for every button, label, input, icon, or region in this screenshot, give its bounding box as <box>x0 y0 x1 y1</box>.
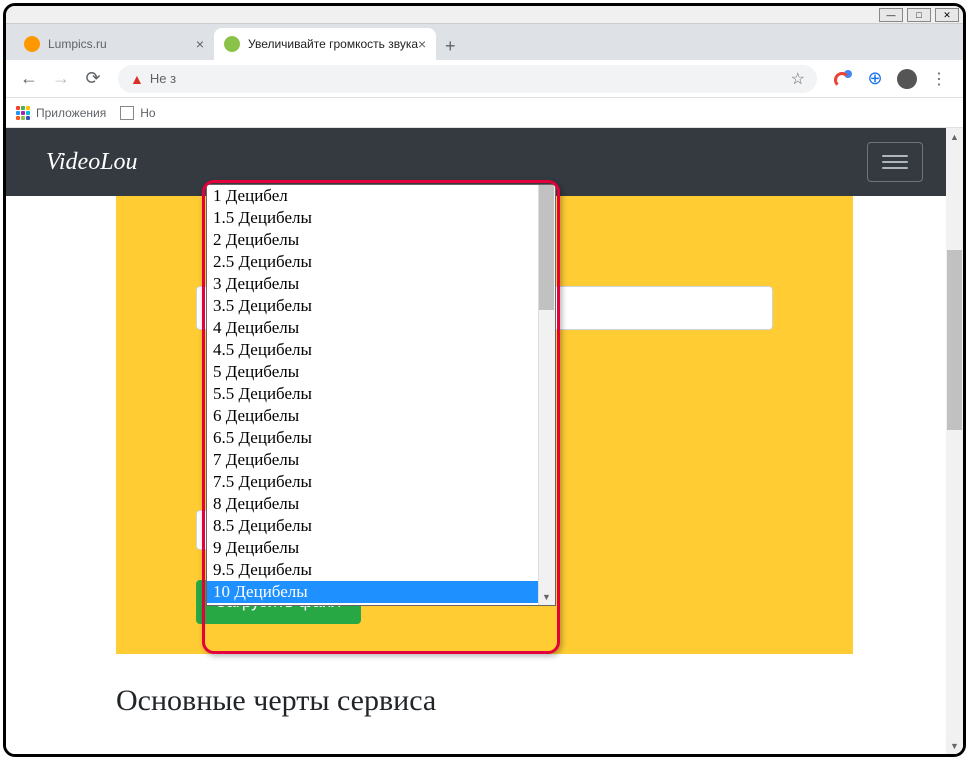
section-heading: Основные черты сервиса <box>116 684 853 718</box>
page-content: VideoLou 10 Децибелы ▲▼ Загрузить файл О… <box>6 128 963 754</box>
dropdown-option[interactable]: 4 Децибелы <box>207 317 555 339</box>
dropdown-option[interactable]: 3.5 Децибелы <box>207 295 555 317</box>
dropdown-scroll-thumb[interactable] <box>539 185 554 310</box>
dropdown-option[interactable]: 7 Децибелы <box>207 449 555 471</box>
window-maximize-button[interactable]: □ <box>907 8 931 22</box>
tab-favicon-icon <box>224 36 240 52</box>
dropdown-scroll-down-icon[interactable]: ▼ <box>538 588 555 605</box>
dropdown-option[interactable]: 3 Децибелы <box>207 273 555 295</box>
bookmark-star-icon[interactable]: ☆ <box>791 69 805 89</box>
dropdown-option[interactable]: 5 Децибелы <box>207 361 555 383</box>
profile-avatar[interactable] <box>897 69 917 89</box>
scroll-thumb[interactable] <box>947 250 962 430</box>
navbar-toggle-button[interactable] <box>867 142 923 182</box>
back-button[interactable]: ← <box>14 64 44 94</box>
apps-button[interactable]: Приложения <box>16 106 106 120</box>
window-titlebar: — □ ✕ <box>6 6 963 24</box>
tab-title: Увеличивайте громкость звука <box>248 37 418 51</box>
dropdown-option[interactable]: 4.5 Децибелы <box>207 339 555 361</box>
dropdown-option[interactable]: 2.5 Децибелы <box>207 251 555 273</box>
bookmarks-bar: Приложения Но <box>6 98 963 128</box>
tab-close-button[interactable]: × <box>418 36 426 52</box>
extension-icon[interactable] <box>833 69 853 89</box>
dropdown-option[interactable]: 8 Децибелы <box>207 493 555 515</box>
browser-tab-active[interactable]: Увеличивайте громкость звука × <box>214 28 436 60</box>
insecure-label: Не з <box>150 71 176 86</box>
browser-tab[interactable]: Lumpics.ru × <box>14 28 214 60</box>
dropdown-option[interactable]: 2 Децибелы <box>207 229 555 251</box>
tab-close-button[interactable]: × <box>196 36 204 52</box>
dropdown-option[interactable]: 1 Децибел <box>207 185 555 207</box>
scroll-down-icon[interactable]: ▼ <box>946 737 963 754</box>
new-tab-button[interactable]: + <box>436 32 464 60</box>
dropdown-option[interactable]: 10 Децибелы <box>207 581 555 603</box>
window-minimize-button[interactable]: — <box>879 8 903 22</box>
dropdown-option[interactable]: 6.5 Децибелы <box>207 427 555 449</box>
decibel-dropdown-list[interactable]: 1 Децибел1.5 Децибелы2 Децибелы2.5 Дециб… <box>206 184 556 606</box>
dropdown-option[interactable]: 5.5 Децибелы <box>207 383 555 405</box>
browser-tab-bar: Lumpics.ru × Увеличивайте громкость звук… <box>6 24 963 60</box>
dropdown-option[interactable]: 8.5 Децибелы <box>207 515 555 537</box>
bookmark-item[interactable]: Но <box>120 106 155 120</box>
dropdown-option[interactable]: 9 Децибелы <box>207 537 555 559</box>
bookmark-page-icon <box>120 106 134 120</box>
window-close-button[interactable]: ✕ <box>935 8 959 22</box>
apps-label: Приложения <box>36 106 106 120</box>
tab-favicon-icon <box>24 36 40 52</box>
tab-title: Lumpics.ru <box>48 37 107 51</box>
site-brand[interactable]: VideoLou <box>46 149 138 176</box>
url-input[interactable]: ▲ Не з ☆ <box>118 65 817 93</box>
dropdown-option[interactable]: 7.5 Децибелы <box>207 471 555 493</box>
bookmark-label: Но <box>140 106 155 120</box>
apps-grid-icon <box>16 106 30 120</box>
dropdown-option[interactable]: 10.5 Децибелы <box>207 603 555 605</box>
dropdown-option[interactable]: 1.5 Децибелы <box>207 207 555 229</box>
browser-menu-button[interactable]: ⋮ <box>929 69 949 89</box>
insecure-icon: ▲ <box>130 71 144 87</box>
forward-button[interactable]: → <box>46 64 76 94</box>
page-scrollbar[interactable]: ▲ ▼ <box>946 128 963 754</box>
browser-address-bar: ← → ⟳ ▲ Не з ☆ ⊕ ⋮ <box>6 60 963 98</box>
dropdown-option[interactable]: 6 Децибелы <box>207 405 555 427</box>
dropdown-scrollbar[interactable]: ▼ <box>538 185 555 605</box>
scroll-up-icon[interactable]: ▲ <box>946 128 963 145</box>
dropdown-option[interactable]: 9.5 Децибелы <box>207 559 555 581</box>
reload-button[interactable]: ⟳ <box>78 64 108 94</box>
extension-globe-icon[interactable]: ⊕ <box>865 69 885 89</box>
